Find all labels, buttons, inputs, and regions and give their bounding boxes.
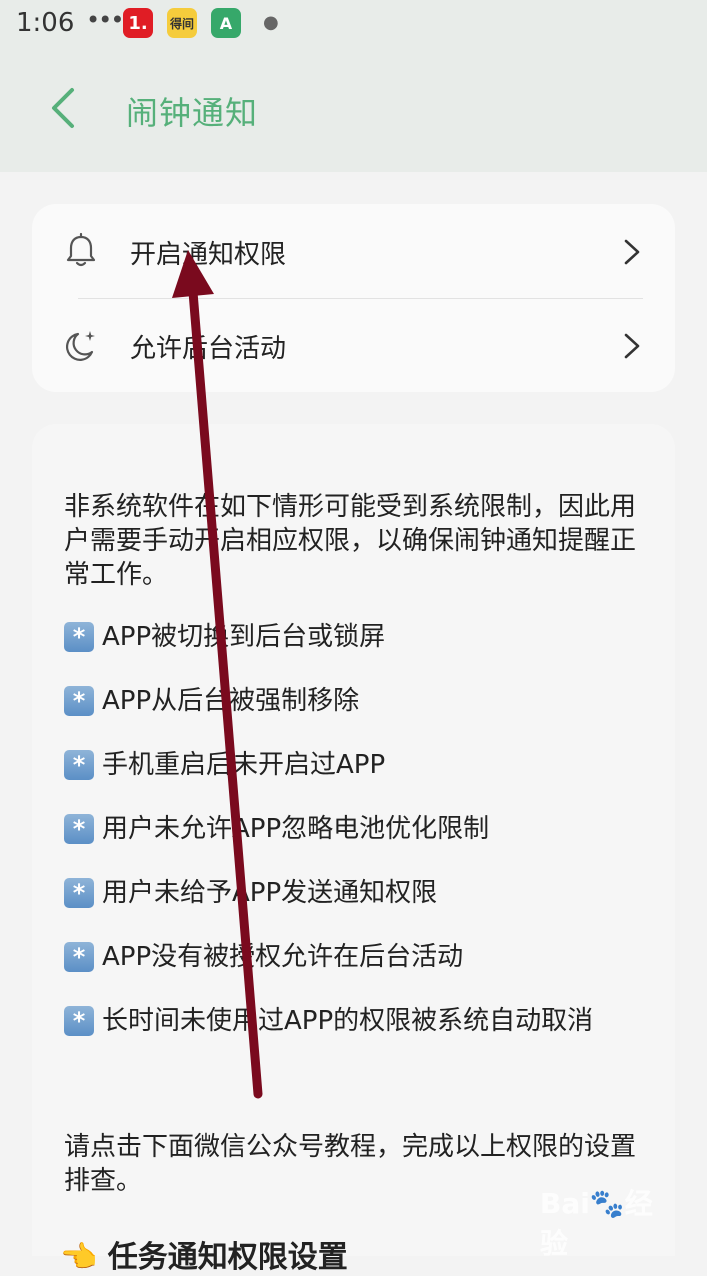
asterisk-badge-icon: *: [64, 622, 94, 652]
list-item-text: 用户未给予APP发送通知权限: [102, 878, 438, 908]
settings-card: 开启通知权限 允许后台活动: [32, 204, 675, 392]
status-time: 1:06: [16, 8, 75, 38]
notification-settings-link[interactable]: 👈 任务通知权限设置: [60, 1232, 348, 1276]
list-item: * 用户未给予APP发送通知权限: [64, 876, 437, 910]
list-item-text: 手机重启后未开启过APP: [102, 750, 386, 780]
list-item: * APP从后台被强制移除: [64, 684, 359, 718]
settings-item-notification-permission[interactable]: 开启通知权限: [32, 204, 675, 298]
status-bar: 1:06 ••• 1. 得间 A ●: [0, 0, 707, 48]
list-item: * 手机重启后未开启过APP: [64, 748, 385, 782]
baidu-watermark-logo: Bai🐾经验: [540, 1187, 653, 1260]
asterisk-badge-icon: *: [64, 1006, 94, 1036]
list-item-text: 用户未允许APP忽略电池优化限制: [102, 814, 490, 844]
settings-item-background-activity[interactable]: 允许后台活动: [32, 298, 675, 392]
app-notification-icon-1: 1.: [123, 8, 153, 38]
list-item: * APP没有被授权允许在后台活动: [64, 940, 463, 974]
list-item: * APP被切换到后台或锁屏: [64, 620, 385, 654]
chevron-right-icon: [624, 239, 640, 265]
more-notifications-icon: •••: [86, 6, 124, 34]
app-bar: 闹钟通知: [0, 48, 707, 172]
list-item: * 用户未允许APP忽略电池优化限制: [64, 812, 489, 846]
asterisk-badge-icon: *: [64, 686, 94, 716]
list-item-text: APP没有被授权允许在后台活动: [102, 942, 464, 972]
list-item: * 长时间未使用过APP的权限被系统自动取消: [64, 1004, 593, 1038]
app-notification-icon-2: 得间: [167, 8, 197, 38]
asterisk-badge-icon: *: [64, 878, 94, 908]
chevron-right-icon: [624, 333, 640, 359]
back-arrow-icon[interactable]: [44, 84, 84, 132]
settings-item-label: 开启通知权限: [130, 240, 287, 270]
app-notification-icon-3: A: [211, 8, 241, 38]
settings-item-label: 允许后台活动: [130, 334, 287, 364]
info-intro-text: 非系统软件在如下情形可能受到系统限制，因此用户需要手动开启相应权限，以确保闹钟通…: [64, 492, 637, 590]
asterisk-badge-icon: *: [64, 750, 94, 780]
status-dot-icon: ●: [263, 12, 279, 33]
bell-icon: [66, 232, 96, 267]
list-item-text: APP被切换到后台或锁屏: [102, 622, 386, 652]
asterisk-badge-icon: *: [64, 942, 94, 972]
list-item-text: 长时间未使用过APP的权限被系统自动取消: [102, 1006, 594, 1036]
asterisk-badge-icon: *: [64, 814, 94, 844]
list-item-text: APP从后台被强制移除: [102, 686, 360, 716]
info-card: 非系统软件在如下情形可能受到系统限制，因此用户需要手动开启相应权限，以确保闹钟通…: [32, 424, 675, 1275]
page-title: 闹钟通知: [126, 94, 259, 132]
moon-star-icon: [65, 331, 95, 361]
